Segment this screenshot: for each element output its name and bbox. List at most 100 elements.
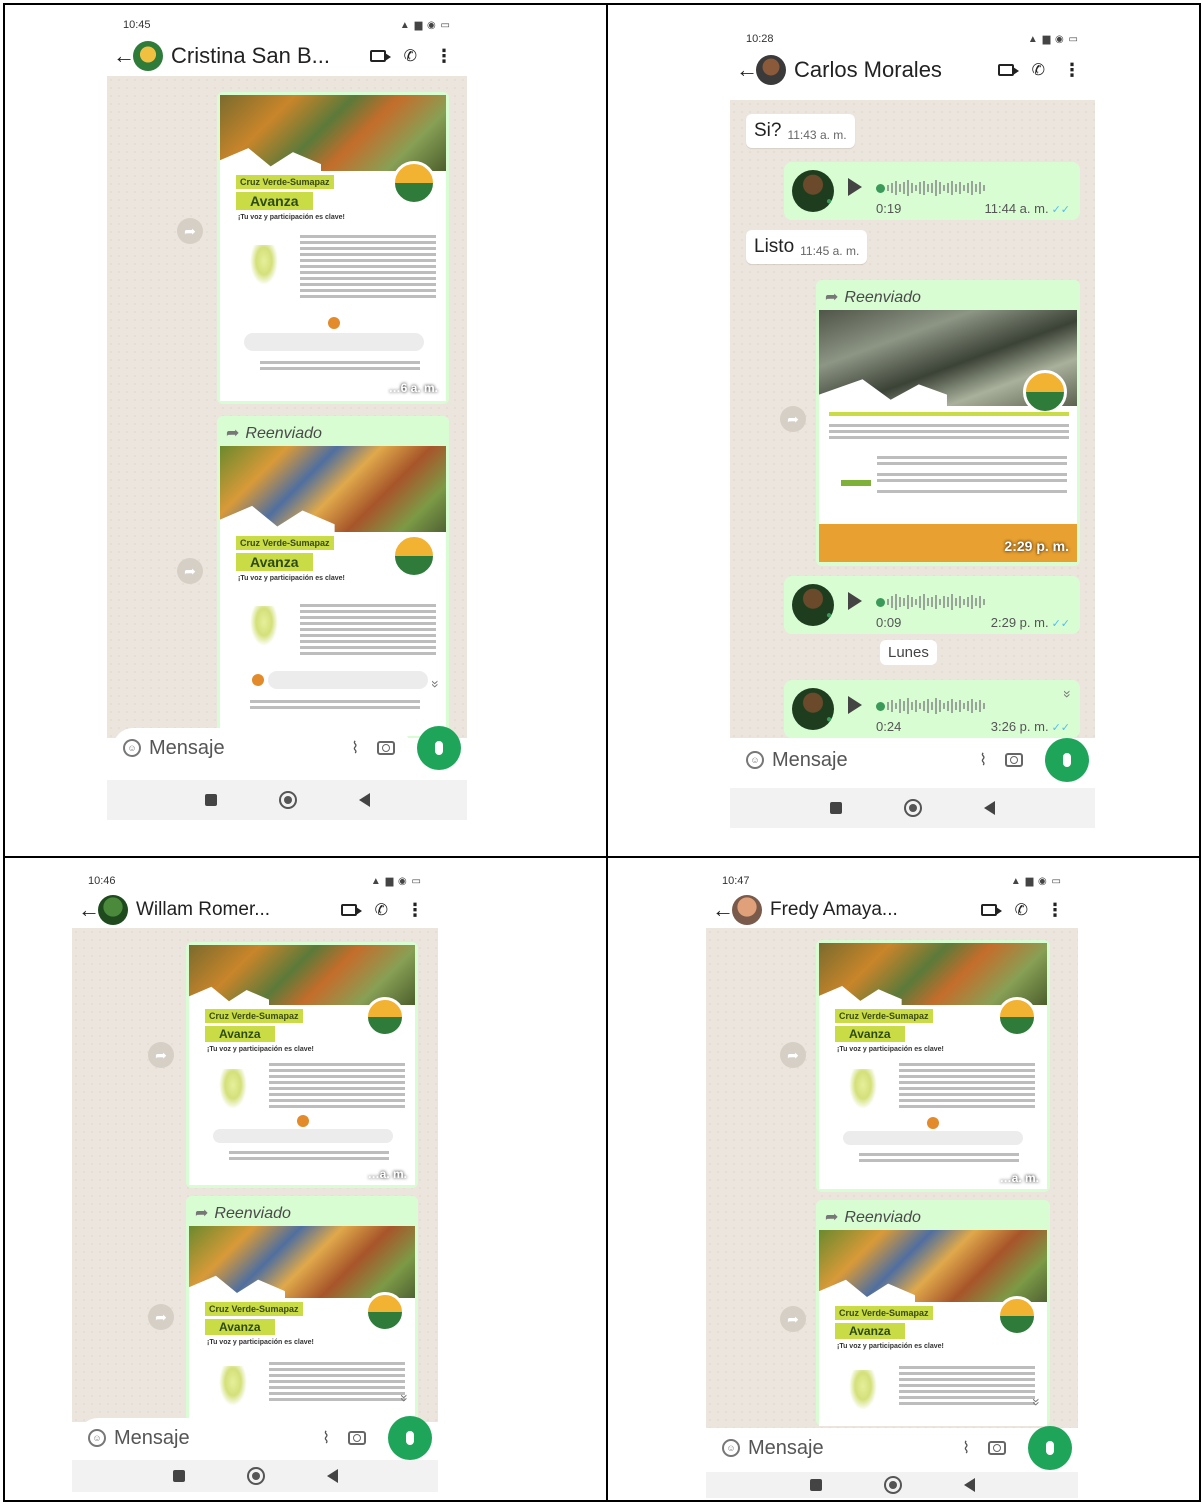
poster-image[interactable]: Cruz Verde-Sumapaz Avanza ¡Tu voz y part… [189, 945, 415, 1185]
system-nav-bar [107, 780, 467, 820]
overflow-menu-icon[interactable]: ⋮ [1046, 900, 1064, 921]
scroll-down-icon[interactable]: » [428, 680, 444, 688]
forward-button[interactable]: ➦ [780, 406, 806, 432]
voice-record-button[interactable] [417, 726, 461, 770]
home-button[interactable] [278, 791, 297, 809]
poster-image[interactable]: Cruz Verde-Sumapaz Avanza ¡Tu voz y part… [819, 943, 1047, 1189]
forwarded-image-message[interactable]: ➦ Reenviado Cruz Verde-Sumapaz Avanza ¡Tu… [186, 1196, 418, 1422]
poster-logo-badge [1023, 370, 1067, 414]
message-input[interactable]: ☺ Mensaje ⌇ [736, 740, 1039, 780]
image-message[interactable]: Cruz Verde-Sumapaz Avanza ¡Tu voz y part… [816, 940, 1050, 1192]
play-icon[interactable] [848, 696, 862, 714]
camera-icon[interactable] [377, 741, 395, 755]
message-input[interactable]: ☺ Mensaje ⌇ [78, 1418, 382, 1458]
audio-waveform[interactable] [876, 594, 985, 610]
home-button[interactable] [883, 1476, 902, 1494]
emoji-icon[interactable]: ☺ [88, 1429, 106, 1447]
audio-message[interactable]: ● 0:09 2:29 p. m. ✓✓ [784, 576, 1080, 634]
emoji-icon[interactable]: ☺ [746, 751, 764, 769]
poster-image[interactable]: Cruz Verde-Sumapaz Avanza ¡Tu voz y part… [220, 95, 446, 401]
voice-record-button[interactable] [1045, 738, 1089, 782]
contact-name[interactable]: Carlos Morales [794, 57, 998, 83]
poster-image[interactable]: 2:29 p. m. [819, 310, 1077, 562]
back-arrow-icon[interactable]: ← [78, 897, 100, 923]
poster-title: Avanza [205, 1026, 275, 1042]
attach-clip-icon[interactable]: ⌇ [351, 738, 359, 758]
contact-avatar[interactable] [756, 55, 786, 85]
poster-image[interactable]: Cruz Verde-Sumapaz Avanza ¡Tu voz y part… [220, 446, 446, 736]
phone-call-icon[interactable]: ✆ [404, 46, 417, 66]
attach-clip-icon[interactable]: ⌇ [322, 1428, 330, 1448]
emoji-icon[interactable]: ☺ [123, 739, 141, 757]
image-message[interactable]: Cruz Verde-Sumapaz Avanza ¡Tu voz y part… [217, 92, 449, 404]
play-icon[interactable] [848, 178, 862, 196]
image-message[interactable]: Cruz Verde-Sumapaz Avanza ¡Tu voz y part… [186, 942, 418, 1188]
overflow-menu-icon[interactable]: ⋮ [1063, 60, 1081, 81]
video-call-icon[interactable] [980, 904, 1002, 916]
message-input[interactable]: ☺ Mensaje ⌇ [113, 728, 411, 768]
back-arrow-icon[interactable]: ← [712, 897, 734, 923]
incoming-message[interactable]: Si? 11:43 a. m. [746, 114, 855, 148]
forward-button[interactable]: ➦ [780, 1042, 806, 1068]
recent-apps-button[interactable] [830, 802, 842, 814]
contact-avatar[interactable] [133, 41, 163, 71]
audio-waveform[interactable] [876, 698, 985, 714]
home-button[interactable] [904, 799, 922, 817]
camera-icon[interactable] [348, 1431, 366, 1445]
scroll-down-icon[interactable]: » [397, 1394, 413, 1402]
contact-name[interactable]: Willam Romer... [136, 899, 341, 921]
contact-name[interactable]: Fredy Amaya... [770, 899, 981, 921]
back-arrow-icon[interactable]: ← [113, 43, 135, 69]
forward-button[interactable]: ➦ [148, 1304, 174, 1330]
back-arrow-icon[interactable]: ← [736, 57, 758, 83]
poster-image[interactable]: Cruz Verde-Sumapaz Avanza ¡Tu voz y part… [819, 1230, 1047, 1426]
video-call-icon[interactable] [369, 50, 391, 62]
play-icon[interactable] [848, 592, 862, 610]
recent-apps-button[interactable] [204, 794, 217, 806]
scroll-down-icon[interactable]: » [1029, 1398, 1045, 1406]
status-icons: ▲ ▆ ◉ ▭ [1010, 875, 1062, 887]
forwarded-image-message[interactable]: ➦ Reenviado Cruz Verde-Sumapaz Avanza ¡Tu… [217, 416, 449, 738]
attach-clip-icon[interactable]: ⌇ [979, 750, 987, 770]
message-input[interactable]: ☺ Mensaje ⌇ [712, 1428, 1022, 1468]
incoming-message[interactable]: Listo 11:45 a. m. [746, 230, 868, 264]
camera-icon[interactable] [988, 1441, 1006, 1455]
scroll-down-icon[interactable]: » [1060, 690, 1076, 698]
audio-waveform[interactable] [876, 180, 985, 196]
system-back-button[interactable] [984, 801, 995, 815]
system-back-button[interactable] [326, 1469, 338, 1483]
contact-name[interactable]: Cristina San B... [171, 43, 370, 69]
forwarded-image-message[interactable]: ➦ Reenviado Cruz Verde-Sumapaz Avanza ¡Tu… [816, 1200, 1050, 1426]
video-call-icon[interactable] [340, 904, 362, 916]
home-button[interactable] [246, 1467, 265, 1485]
video-call-icon[interactable] [997, 64, 1019, 76]
phone-call-icon[interactable]: ✆ [1032, 60, 1045, 80]
camera-icon[interactable] [1005, 753, 1023, 767]
poster-wave-shape [819, 1279, 915, 1303]
voice-record-button[interactable] [388, 1416, 432, 1460]
table-border-top [3, 3, 1201, 5]
contact-avatar[interactable] [98, 895, 128, 925]
system-back-button[interactable] [358, 793, 370, 807]
attach-clip-icon[interactable]: ⌇ [962, 1438, 970, 1458]
phone-call-icon[interactable]: ✆ [1015, 900, 1028, 920]
forward-button[interactable]: ➦ [177, 218, 203, 244]
phone-call-icon[interactable]: ✆ [375, 900, 388, 920]
overflow-menu-icon[interactable]: ⋮ [406, 900, 424, 921]
audio-message[interactable]: ● 0:19 11:44 a. m. ✓✓ [784, 162, 1080, 220]
recent-apps-button[interactable] [809, 1479, 822, 1491]
emoji-icon[interactable]: ☺ [722, 1439, 740, 1457]
poster-body-text [269, 1362, 405, 1404]
voice-record-button[interactable] [1028, 1426, 1072, 1470]
forward-button[interactable]: ➦ [780, 1306, 806, 1332]
forwarded-image-message[interactable]: ➦ Reenviado 2:29 p. m. [816, 280, 1080, 566]
forward-button[interactable]: ➦ [148, 1042, 174, 1068]
forward-button[interactable]: ➦ [177, 558, 203, 584]
recent-apps-button[interactable] [172, 1470, 185, 1482]
overflow-menu-icon[interactable]: ⋮ [435, 46, 453, 67]
contact-avatar[interactable] [732, 895, 762, 925]
audio-message[interactable]: ● 0:24 3:26 p. m. ✓✓ » [784, 680, 1080, 738]
system-back-button[interactable] [963, 1478, 975, 1492]
poster-wave-shape [819, 986, 902, 1006]
poster-image[interactable]: Cruz Verde-Sumapaz Avanza ¡Tu voz y part… [189, 1226, 415, 1422]
